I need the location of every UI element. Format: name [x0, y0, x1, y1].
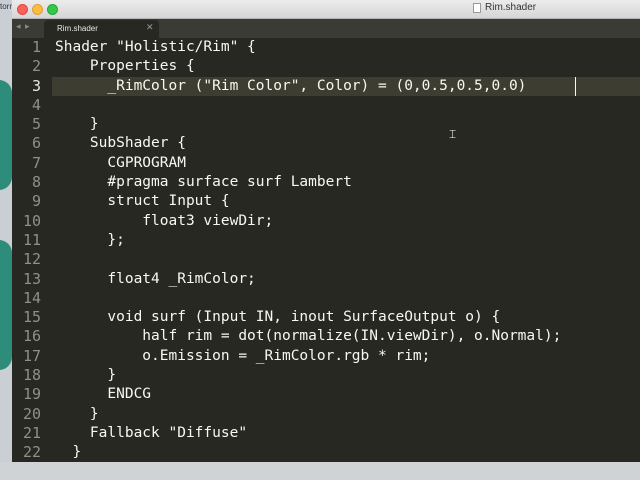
background-app-strip: torre	[0, 0, 12, 480]
code-line[interactable]: struct Input {	[55, 192, 561, 211]
title-bar: Rim.shader	[12, 0, 640, 19]
line-number: 8	[31, 173, 41, 192]
line-number: 5	[31, 115, 41, 134]
code-line[interactable]: CGPROGRAM	[55, 154, 561, 173]
line-number: 15	[22, 308, 41, 327]
line-number: 4	[31, 95, 41, 114]
code-line[interactable]: ENDCG	[55, 385, 561, 404]
code-line[interactable]: #pragma surface surf Lambert	[55, 173, 561, 192]
line-number: 10	[22, 211, 41, 230]
code-line[interactable]: Properties {	[55, 57, 561, 76]
line-number: 1	[31, 38, 41, 56]
forward-arrow-icon[interactable]: ▸	[25, 22, 30, 32]
code-line[interactable]: half rim = dot(normalize(IN.viewDir), o.…	[55, 327, 561, 346]
line-number: 2	[31, 57, 41, 76]
code-line[interactable]: float4 _RimColor;	[55, 270, 561, 289]
code-line[interactable]: Fallback "Diffuse"	[55, 424, 561, 443]
code-line[interactable]: _RimColor ("Rim Color", Color) = (0,0.5,…	[55, 77, 561, 96]
code-line[interactable]: o.Emission = _RimColor.rgb * rim;	[55, 347, 561, 366]
file-icon	[473, 3, 481, 13]
editor-window: Rim.shader ◂ ▸ Rim.shader ✕ 1 2 3 4 5 6 7 8 9 10 1…	[12, 0, 640, 462]
line-number: 22	[22, 443, 41, 462]
tab-rim-shader[interactable]: Rim.shader ✕	[44, 20, 159, 38]
code-line[interactable]	[55, 96, 561, 115]
line-number: 20	[22, 404, 41, 423]
back-arrow-icon[interactable]: ◂	[16, 22, 21, 32]
background-shape	[0, 80, 12, 190]
line-number: 3	[31, 76, 41, 95]
code-line[interactable]	[55, 289, 561, 308]
line-number: 19	[22, 385, 41, 404]
line-number: 13	[22, 269, 41, 288]
code-line[interactable]: }	[55, 443, 561, 462]
window-title: Rim.shader	[485, 2, 537, 13]
maximize-window-icon[interactable]	[47, 4, 58, 15]
code-line[interactable]: }	[55, 366, 561, 385]
line-number: 18	[22, 366, 41, 385]
line-number: 11	[22, 230, 41, 249]
tab-label: Rim.shader	[57, 24, 98, 33]
code-line[interactable]: void surf (Input IN, inout SurfaceOutput…	[55, 308, 561, 327]
line-number: 17	[22, 346, 41, 365]
line-number: 12	[22, 250, 41, 269]
code-line[interactable]	[55, 250, 561, 269]
line-number: 9	[31, 192, 41, 211]
line-number: 7	[31, 153, 41, 172]
code-line[interactable]: float3 viewDir;	[55, 212, 561, 231]
code-line[interactable]: Shader "Holistic/Rim" {	[55, 38, 561, 57]
close-window-icon[interactable]	[17, 4, 28, 15]
line-number: 14	[22, 288, 41, 307]
line-number: 21	[22, 423, 41, 442]
background-app-label: torre	[0, 2, 12, 11]
code-line[interactable]: }	[55, 405, 561, 424]
text-caret	[575, 77, 576, 96]
tab-close-icon[interactable]: ✕	[146, 23, 154, 33]
line-number-gutter: 1 2 3 4 5 6 7 8 9 10 11 12 13 14 15 16 17 18 19 20 21 22	[12, 38, 42, 462]
mouse-pointer-icon: ⌶	[449, 127, 457, 141]
tab-bar: ◂ ▸ Rim.shader ✕	[12, 19, 640, 38]
code-area[interactable]: Shader "Holistic/Rim" { Properties { _Ri…	[55, 38, 561, 462]
code-line[interactable]: };	[55, 231, 561, 250]
background-shape	[0, 240, 12, 370]
desktop-bottom-strip	[0, 462, 640, 480]
minimize-window-icon[interactable]	[32, 4, 43, 15]
line-number: 6	[31, 134, 41, 153]
line-number: 16	[22, 327, 41, 346]
code-line[interactable]: }	[55, 115, 561, 134]
code-line[interactable]: SubShader {	[55, 134, 561, 153]
code-editor[interactable]: 1 2 3 4 5 6 7 8 9 10 11 12 13 14 15 16 17 18 19 20 21 22 Shad…	[12, 38, 640, 462]
